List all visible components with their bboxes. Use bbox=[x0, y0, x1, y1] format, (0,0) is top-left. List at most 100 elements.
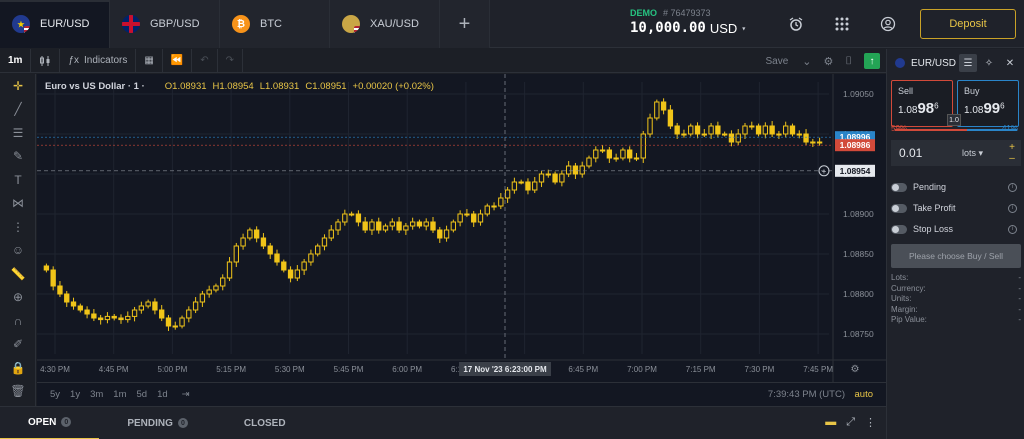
count-badge: 0 bbox=[177, 418, 188, 428]
tab-xau-usd[interactable]: XAU/USD bbox=[330, 0, 440, 48]
settings-icon[interactable]: ⚙ bbox=[818, 55, 840, 68]
legend-change: +0.00020 (+0.02%) bbox=[352, 81, 434, 92]
candle-body bbox=[498, 197, 504, 207]
auto-scale-toggle[interactable]: auto bbox=[850, 389, 879, 400]
order-settings-icon[interactable]: ☰ bbox=[959, 54, 977, 72]
date-range-icon[interactable]: ⇥ bbox=[177, 389, 195, 400]
chevron-down-icon[interactable]: ⌄ bbox=[796, 55, 817, 68]
tab-open-positions[interactable]: OPEN 0 bbox=[0, 407, 100, 439]
arrow-up-icon[interactable]: ↑ bbox=[864, 53, 880, 69]
x-axis-tick: 5:15 PM bbox=[216, 365, 246, 374]
candle-body bbox=[579, 165, 585, 175]
price-chart[interactable]: 1.090501.090001.089501.089001.088501.088… bbox=[37, 74, 886, 406]
zoom-in-icon[interactable]: ⊕ bbox=[0, 286, 36, 310]
one-click-icon[interactable]: ✧ bbox=[980, 54, 998, 72]
candle-body bbox=[762, 125, 769, 135]
candle-body bbox=[342, 213, 348, 223]
candlestick-chart[interactable]: 1.090501.090001.089501.089001.088501.088… bbox=[37, 74, 886, 382]
info-row: Pip Value: - bbox=[891, 315, 1021, 324]
candle-body bbox=[348, 213, 355, 216]
lots-unit-selector[interactable]: lots ▾ bbox=[962, 148, 983, 159]
toggle-switch[interactable] bbox=[891, 224, 907, 234]
plus-icon[interactable]: + bbox=[1009, 142, 1015, 153]
lots-stepper[interactable]: + – bbox=[1003, 140, 1021, 166]
apps-grid-icon[interactable] bbox=[832, 14, 852, 34]
alarm-clock-icon[interactable] bbox=[786, 14, 806, 34]
candle-type-button[interactable] bbox=[31, 48, 61, 73]
candle-body bbox=[213, 285, 219, 291]
pattern-icon[interactable]: ⋈ bbox=[0, 192, 36, 216]
layout-toggle-icon[interactable]: ▬ bbox=[825, 416, 836, 429]
crosshair-icon[interactable]: ✛ bbox=[0, 74, 36, 98]
tab-pending-orders[interactable]: PENDING 0 bbox=[99, 407, 216, 439]
place-order-button[interactable]: Please choose Buy / Sell bbox=[891, 244, 1021, 268]
timeframe-1m[interactable]: 1m bbox=[108, 389, 131, 400]
pending-toggle[interactable]: Pending i bbox=[891, 179, 1021, 195]
candle-body bbox=[220, 277, 226, 287]
trend-line-icon[interactable]: ╱ bbox=[0, 98, 36, 122]
x-axis-tick: 6:00 PM bbox=[392, 365, 422, 374]
timeframe-1d[interactable]: 1d bbox=[152, 389, 173, 400]
emoji-icon[interactable]: ☺ bbox=[0, 239, 36, 263]
tab-label: GBP/USD bbox=[150, 18, 200, 30]
layouts-button[interactable]: ▦ bbox=[136, 48, 163, 73]
info-icon[interactable]: i bbox=[1008, 224, 1017, 234]
text-icon[interactable]: T bbox=[0, 168, 36, 192]
redo-button[interactable]: ↷ bbox=[218, 48, 244, 73]
candle-body bbox=[369, 221, 375, 231]
account-mode: DEMO bbox=[630, 8, 657, 18]
toggle-switch[interactable] bbox=[891, 182, 907, 192]
candle-body bbox=[620, 149, 626, 159]
trash-icon[interactable]: 🗑 bbox=[0, 380, 36, 404]
candle-body bbox=[233, 245, 239, 263]
interval-selector[interactable]: 1m bbox=[0, 48, 32, 73]
tab-eur-usd[interactable]: EUR/USD bbox=[0, 0, 110, 48]
candle-body bbox=[721, 133, 728, 136]
timeframe-1y[interactable]: 1y bbox=[65, 389, 85, 400]
order-panel-header: EUR/USD ☰ ✧ ✕ bbox=[887, 49, 1024, 77]
sell-button[interactable]: Sell 1.08986 bbox=[891, 80, 953, 127]
lock-icon[interactable]: 🔒 bbox=[0, 356, 36, 380]
account-summary[interactable]: DEMO # 76479373 10,000.00 USD ▾ bbox=[630, 8, 746, 36]
indicators-button[interactable]: ƒx Indicators bbox=[60, 48, 137, 73]
fib-tool-icon[interactable]: ⋮ bbox=[0, 215, 36, 239]
y-axis-tick: 1.09050 bbox=[843, 89, 874, 99]
camera-icon[interactable]: ⌷ bbox=[839, 55, 858, 68]
lock-drawing-icon[interactable]: ✐ bbox=[0, 333, 36, 357]
timeframe-3m[interactable]: 3m bbox=[85, 389, 108, 400]
info-icon[interactable]: i bbox=[1008, 182, 1017, 192]
close-icon[interactable]: ✕ bbox=[1001, 54, 1019, 72]
expand-icon[interactable]: ⤢ bbox=[846, 416, 855, 429]
account-id: # 76479373 bbox=[663, 8, 711, 18]
take-profit-toggle[interactable]: Take Profit i bbox=[891, 200, 1021, 216]
save-button[interactable]: Save bbox=[758, 56, 797, 67]
toggle-switch[interactable] bbox=[891, 203, 907, 213]
add-tab-button[interactable]: + bbox=[440, 0, 490, 48]
magnet-icon[interactable]: ∩ bbox=[0, 309, 36, 333]
tab-label: PENDING bbox=[127, 417, 173, 429]
info-icon[interactable]: i bbox=[1008, 203, 1017, 213]
timeframe-5y[interactable]: 5y bbox=[45, 389, 65, 400]
brush-icon[interactable]: ✎ bbox=[0, 145, 36, 169]
chart-clock: 7:39:43 PM (UTC) bbox=[767, 389, 845, 400]
minus-icon[interactable]: – bbox=[1009, 153, 1015, 164]
tab-btc[interactable]: ₿ BTC bbox=[220, 0, 330, 48]
tab-gbp-usd[interactable]: GBP/USD bbox=[110, 0, 220, 48]
candle-body bbox=[301, 261, 307, 271]
horizontal-lines-icon[interactable]: ☰ bbox=[0, 121, 36, 145]
lots-input[interactable]: 0.01 lots ▾ + – bbox=[891, 140, 1021, 166]
candle-body bbox=[97, 317, 104, 321]
stop-loss-toggle[interactable]: Stop Loss i bbox=[891, 221, 1021, 237]
user-profile-icon[interactable] bbox=[878, 14, 898, 34]
deposit-button[interactable]: Deposit bbox=[920, 9, 1016, 39]
buy-button[interactable]: Buy 1.08996 bbox=[957, 80, 1019, 127]
undo-button[interactable]: ↶ bbox=[192, 48, 218, 73]
replay-button[interactable]: ⏪ bbox=[163, 48, 193, 73]
more-options-icon[interactable]: ⋮ bbox=[865, 416, 876, 429]
x-axis-tick: 7:00 PM bbox=[627, 365, 657, 374]
tab-closed-positions[interactable]: CLOSED bbox=[216, 407, 314, 439]
candle-body bbox=[362, 221, 368, 231]
ruler-icon[interactable]: 📏 bbox=[0, 262, 36, 286]
timeframe-5d[interactable]: 5d bbox=[132, 389, 153, 400]
candle-body bbox=[159, 309, 165, 319]
